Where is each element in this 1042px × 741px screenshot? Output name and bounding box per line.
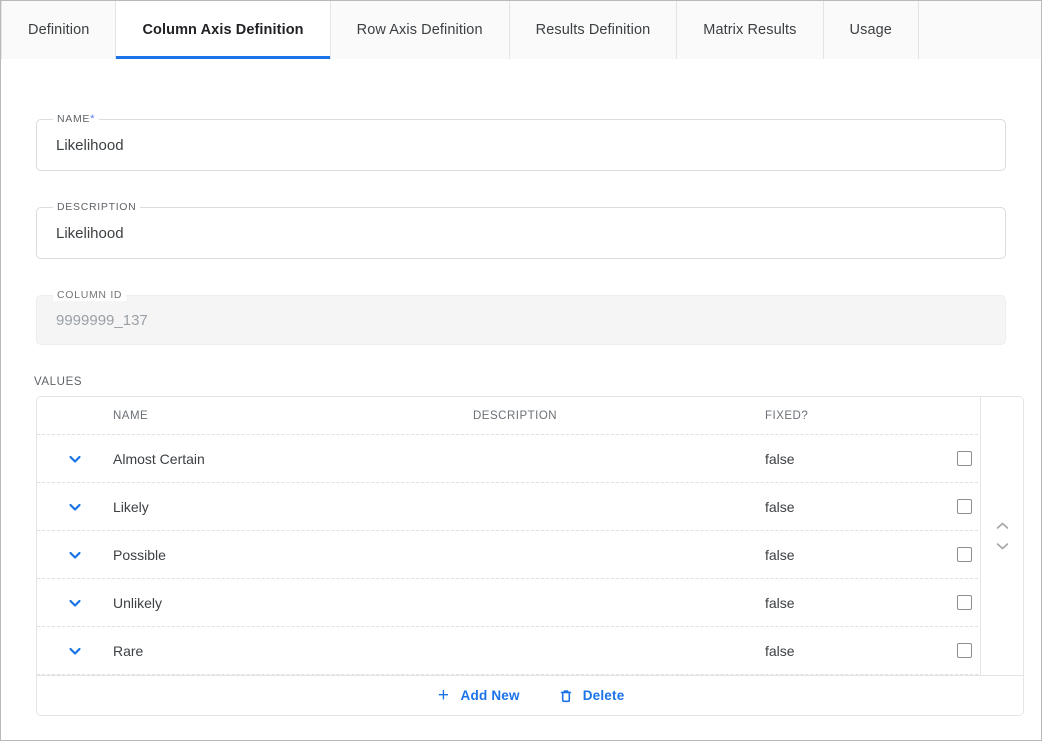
table-row[interactable]: Likely false bbox=[37, 483, 1023, 531]
table-row[interactable]: Rare false bbox=[37, 627, 1023, 675]
values-section-label: VALUES bbox=[34, 376, 1032, 388]
row-name: Rare bbox=[113, 643, 473, 659]
chevron-down-icon bbox=[67, 499, 83, 515]
add-new-label: Add New bbox=[461, 688, 520, 703]
values-table-body: NAME DESCRIPTION FIXED? Almost Certain f… bbox=[37, 397, 1023, 675]
tab-label: Column Axis Definition bbox=[142, 22, 303, 38]
tab-label: Usage bbox=[850, 22, 892, 38]
chevron-down-icon bbox=[67, 547, 83, 563]
row-fixed: false bbox=[765, 451, 945, 467]
description-field-value: Likelihood bbox=[56, 208, 124, 260]
expand-row-button[interactable] bbox=[37, 547, 113, 563]
tab-column-axis-definition[interactable]: Column Axis Definition bbox=[116, 1, 330, 59]
tab-definition[interactable]: Definition bbox=[1, 1, 116, 59]
row-checkbox[interactable] bbox=[957, 643, 972, 658]
delete-button[interactable]: Delete bbox=[558, 688, 625, 704]
values-table: NAME DESCRIPTION FIXED? Almost Certain f… bbox=[36, 396, 1024, 716]
table-row[interactable]: Unlikely false bbox=[37, 579, 1023, 627]
row-name: Possible bbox=[113, 547, 473, 563]
header-description: DESCRIPTION bbox=[473, 410, 765, 422]
expand-row-button[interactable] bbox=[37, 643, 113, 659]
row-fixed: false bbox=[765, 643, 945, 659]
add-new-button[interactable]: + Add New bbox=[436, 688, 520, 704]
table-row[interactable]: Possible false bbox=[37, 531, 1023, 579]
row-checkbox[interactable] bbox=[957, 547, 972, 562]
tab-row-axis-definition[interactable]: Row Axis Definition bbox=[331, 1, 510, 59]
name-field[interactable]: NAME* Likelihood bbox=[36, 119, 1006, 171]
header-fixed: FIXED? bbox=[765, 410, 945, 422]
row-checkbox[interactable] bbox=[957, 499, 972, 514]
row-fixed: false bbox=[765, 499, 945, 515]
table-scroll-rail[interactable] bbox=[980, 397, 1023, 675]
form-content: NAME* Likelihood DESCRIPTION Likelihood … bbox=[1, 119, 1041, 716]
row-checkbox[interactable] bbox=[957, 595, 972, 610]
plus-icon: + bbox=[436, 688, 452, 704]
header-name: NAME bbox=[113, 410, 473, 422]
expand-row-button[interactable] bbox=[37, 451, 113, 467]
tab-matrix-results[interactable]: Matrix Results bbox=[677, 1, 823, 59]
table-header-row: NAME DESCRIPTION FIXED? bbox=[37, 397, 1023, 435]
name-field-value: Likelihood bbox=[56, 120, 124, 172]
expand-row-button[interactable] bbox=[37, 499, 113, 515]
column-axis-definition-page: Definition Column Axis Definition Row Ax… bbox=[0, 0, 1042, 741]
chevron-down-icon bbox=[67, 595, 83, 611]
chevron-down-icon[interactable] bbox=[995, 541, 1010, 551]
chevron-up-icon[interactable] bbox=[995, 521, 1010, 531]
row-name: Likely bbox=[113, 499, 473, 515]
column-id-field: COLUMN ID 9999999_137 bbox=[36, 295, 1006, 345]
chevron-down-icon bbox=[67, 643, 83, 659]
chevron-down-icon bbox=[67, 451, 83, 467]
row-name: Unlikely bbox=[113, 595, 473, 611]
tab-label: Definition bbox=[28, 22, 89, 38]
description-field[interactable]: DESCRIPTION Likelihood bbox=[36, 207, 1006, 259]
row-checkbox[interactable] bbox=[957, 451, 972, 466]
row-fixed: false bbox=[765, 547, 945, 563]
tab-label: Results Definition bbox=[536, 22, 651, 38]
expand-row-button[interactable] bbox=[37, 595, 113, 611]
tab-label: Row Axis Definition bbox=[357, 22, 483, 38]
table-footer: + Add New Delete bbox=[37, 675, 1023, 715]
tab-bar: Definition Column Axis Definition Row Ax… bbox=[1, 1, 1041, 59]
trash-icon bbox=[558, 688, 574, 704]
column-id-field-value: 9999999_137 bbox=[56, 296, 148, 346]
table-row[interactable]: Almost Certain false bbox=[37, 435, 1023, 483]
row-fixed: false bbox=[765, 595, 945, 611]
tab-label: Matrix Results bbox=[703, 22, 796, 38]
tab-results-definition[interactable]: Results Definition bbox=[510, 1, 678, 59]
tab-usage[interactable]: Usage bbox=[824, 1, 919, 59]
tab-bar-filler bbox=[919, 1, 1041, 59]
row-name: Almost Certain bbox=[113, 451, 473, 467]
delete-label: Delete bbox=[583, 688, 625, 703]
